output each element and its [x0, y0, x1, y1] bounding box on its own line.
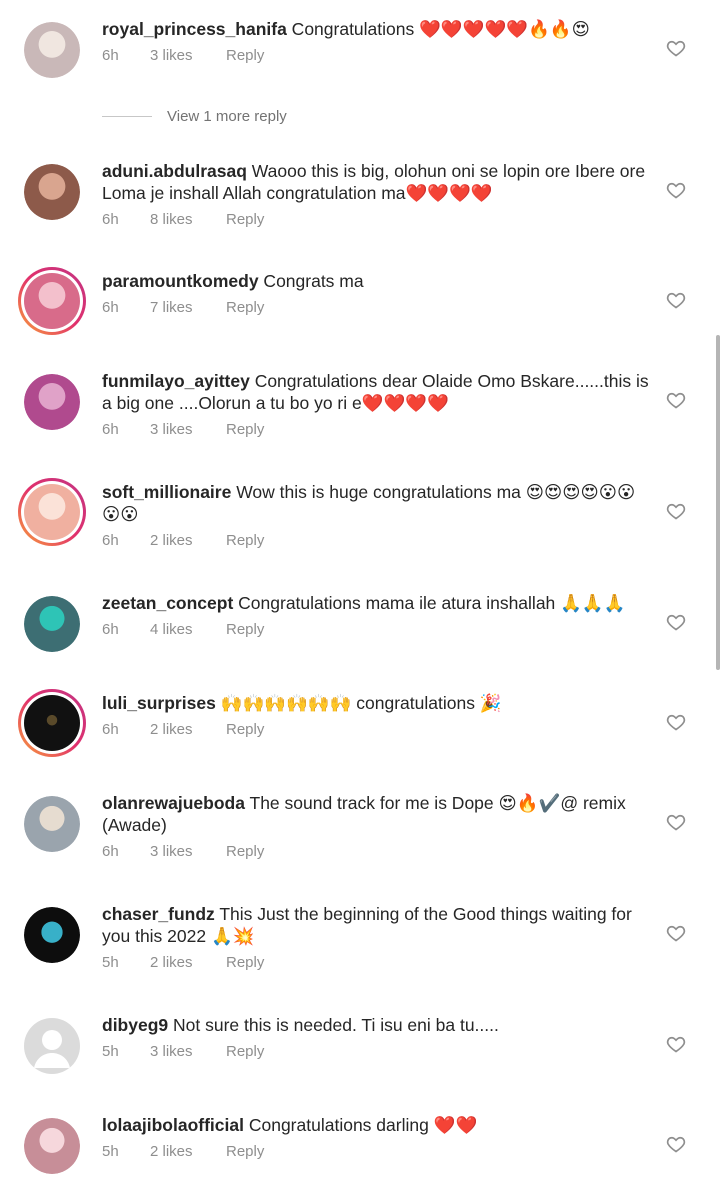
reply-button[interactable]: Reply [226, 621, 264, 638]
reply-button[interactable]: Reply [226, 47, 264, 64]
comment-time: 6h [102, 211, 119, 228]
comment-likes[interactable]: 2 likes [150, 1143, 226, 1160]
avatar[interactable] [24, 1118, 80, 1174]
reply-button[interactable]: Reply [226, 421, 264, 438]
reply-button[interactable]: Reply [226, 299, 264, 316]
comment-text: Not sure this is needed. Ti isu eni ba t… [168, 1015, 499, 1035]
comment-username[interactable]: chaser_fundz [102, 904, 215, 924]
avatar[interactable] [24, 1018, 80, 1074]
comment-likes[interactable]: 2 likes [150, 721, 226, 738]
reply-button[interactable]: Reply [226, 843, 264, 860]
reply-button[interactable]: Reply [226, 1043, 264, 1060]
heart-icon[interactable] [666, 390, 686, 410]
comment-username[interactable]: luli_surprises [102, 693, 216, 713]
avatar[interactable] [24, 374, 80, 430]
heart-icon[interactable] [666, 180, 686, 200]
comment-time: 6h [102, 421, 119, 438]
comment-time: 5h [102, 1043, 119, 1060]
comment-likes[interactable]: 8 likes [150, 211, 226, 228]
comment-username[interactable]: dibyeg9 [102, 1015, 168, 1035]
comment-likes[interactable]: 2 likes [150, 954, 226, 971]
comment-likes[interactable]: 3 likes [150, 843, 226, 860]
heart-icon[interactable] [666, 1034, 686, 1054]
comment-likes[interactable]: 4 likes [150, 621, 226, 638]
comment-time: 6h [102, 843, 119, 860]
heart-icon[interactable] [666, 38, 686, 58]
heart-icon[interactable] [666, 612, 686, 632]
comment-time: 5h [102, 1143, 119, 1160]
scrollbar-thumb[interactable] [716, 335, 720, 670]
comment-likes[interactable]: 3 likes [150, 47, 226, 64]
reply-button[interactable]: Reply [226, 721, 264, 738]
comment-text: Congratulations mama ile atura inshallah… [233, 593, 626, 613]
heart-icon[interactable] [666, 290, 686, 310]
comment-time: 6h [102, 532, 119, 549]
comment-likes[interactable]: 3 likes [150, 421, 226, 438]
comment-time: 6h [102, 47, 119, 64]
reply-button[interactable]: Reply [226, 954, 264, 971]
comment-username[interactable]: soft_millionaire [102, 482, 231, 502]
comment-username[interactable]: royal_princess_hanifa [102, 19, 287, 39]
comment-text: Congratulations darling ❤️❤️ [243, 1115, 478, 1135]
avatar[interactable] [24, 796, 80, 852]
heart-icon[interactable] [666, 812, 686, 832]
avatar[interactable] [24, 164, 80, 220]
avatar[interactable] [18, 267, 86, 335]
heart-icon[interactable] [666, 923, 686, 943]
comment-text: Congrats ma [258, 271, 364, 291]
comment-time: 5h [102, 954, 119, 971]
comment-username[interactable]: funmilayo_ayittey [102, 371, 250, 391]
comment-username[interactable]: paramountkomedy [102, 271, 259, 291]
comment-time: 6h [102, 299, 119, 316]
comment-text: Congratulations ❤️❤️❤️❤️❤️🔥🔥😍 [286, 19, 590, 39]
comment-time: 6h [102, 721, 119, 738]
comment-likes[interactable]: 7 likes [150, 299, 226, 316]
avatar[interactable] [18, 478, 86, 546]
avatar[interactable] [24, 907, 80, 963]
comment-username[interactable]: aduni.abdulrasaq [102, 161, 247, 181]
default-avatar-icon [34, 1030, 70, 1068]
heart-icon[interactable] [666, 1134, 686, 1154]
comment-username[interactable]: olanrewajueboda [102, 793, 245, 813]
heart-icon[interactable] [666, 501, 686, 521]
reply-button[interactable]: Reply [226, 211, 264, 228]
avatar[interactable] [24, 596, 80, 652]
comment-likes[interactable]: 2 likes [150, 532, 226, 549]
comment-username[interactable]: lolaajibolaofficial [102, 1115, 244, 1135]
comment-text: 🙌🙌🙌🙌🙌🙌 congratulations 🎉 [215, 693, 502, 713]
reply-button[interactable]: Reply [226, 1143, 264, 1160]
divider-line [102, 116, 152, 117]
view-more-replies-label[interactable]: View 1 more reply [167, 108, 287, 125]
view-more-replies[interactable]: View 1 more reply [102, 108, 287, 125]
avatar[interactable] [24, 22, 80, 78]
reply-button[interactable]: Reply [226, 532, 264, 549]
avatar[interactable] [18, 689, 86, 757]
comment-likes[interactable]: 3 likes [150, 1043, 226, 1060]
comment-time: 6h [102, 621, 119, 638]
comment-username[interactable]: zeetan_concept [102, 593, 233, 613]
heart-icon[interactable] [666, 712, 686, 732]
